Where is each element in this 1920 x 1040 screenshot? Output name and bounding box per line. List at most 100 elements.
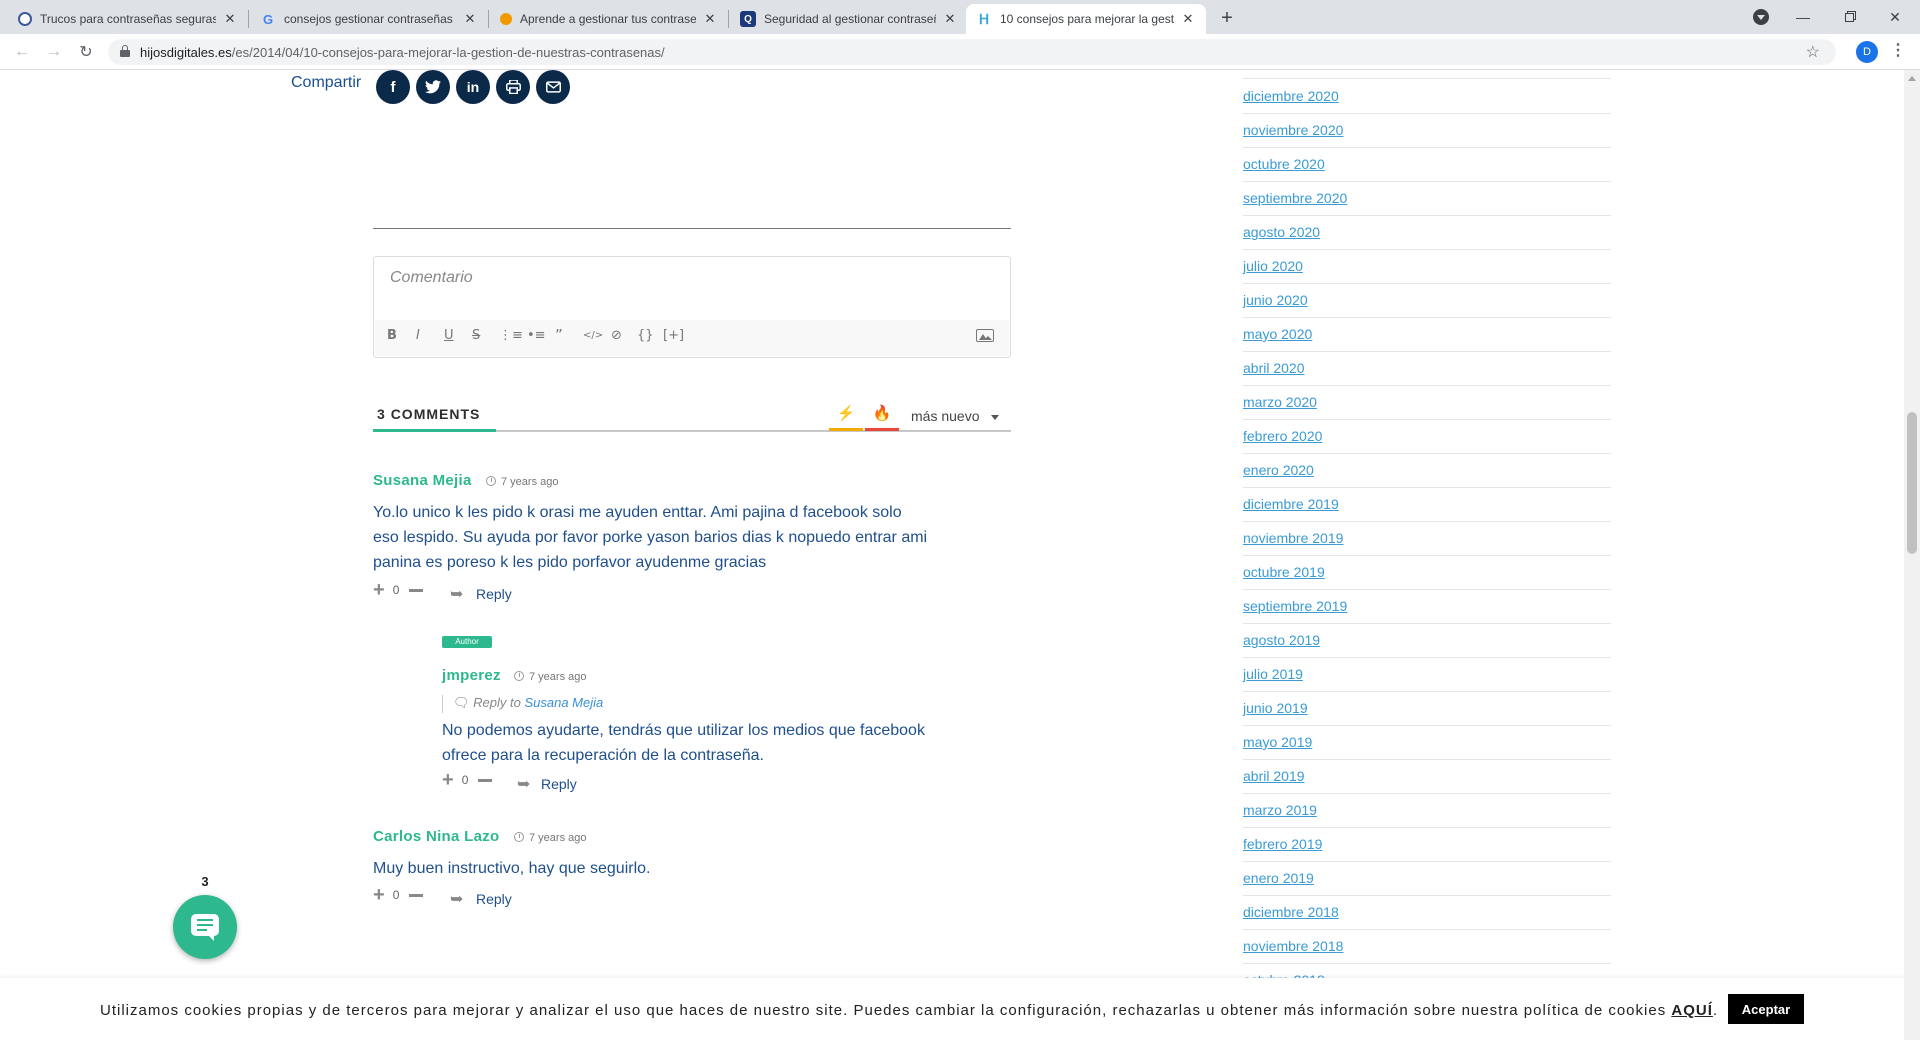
browser-tab-active[interactable]: ᕼ 10 consejos para mejorar la gesti ✕ — [966, 4, 1206, 34]
close-tab-icon[interactable]: ✕ — [702, 11, 718, 27]
linkedin-share-button[interactable]: in — [456, 70, 490, 104]
address-bar[interactable]: hijosdigitales.es/es/2014/04/10-consejos… — [108, 39, 1836, 65]
cookie-accept-button[interactable]: Aceptar — [1728, 994, 1804, 1024]
archive-link[interactable]: enero 2019 — [1243, 870, 1314, 886]
underline-icon[interactable]: U — [444, 328, 454, 343]
print-share-button[interactable] — [496, 70, 530, 104]
archive-link[interactable]: diciembre 2020 — [1243, 88, 1339, 104]
bold-icon[interactable]: B — [387, 328, 397, 343]
archive-link[interactable]: noviembre 2020 — [1243, 122, 1343, 138]
archive-link[interactable]: abril 2020 — [1243, 360, 1305, 376]
comments-fab-button[interactable] — [173, 895, 237, 959]
archive-link[interactable]: septiembre 2019 — [1243, 598, 1347, 614]
archive-link[interactable]: enero 2020 — [1243, 462, 1314, 478]
cookie-policy-link[interactable]: AQUÍ — [1671, 1002, 1713, 1019]
chevron-down-icon[interactable] — [991, 415, 999, 420]
archive-link[interactable]: diciembre 2018 — [1243, 904, 1339, 920]
profile-avatar[interactable]: D — [1856, 41, 1878, 63]
email-share-button[interactable] — [536, 70, 570, 104]
reply-arrow-icon[interactable]: ➥ — [450, 889, 463, 909]
bookmark-star-icon[interactable]: ☆ — [1806, 42, 1820, 62]
comment-timestamp[interactable]: 7 years ago — [514, 671, 586, 683]
comment-timestamp[interactable]: 7 years ago — [514, 832, 586, 844]
archive-link[interactable]: junio 2020 — [1243, 292, 1308, 308]
close-window-button[interactable]: ✕ — [1872, 0, 1918, 34]
archive-link[interactable]: agosto 2020 — [1243, 224, 1320, 240]
downvote-minus-icon[interactable] — [478, 778, 493, 782]
new-tab-button[interactable]: + — [1214, 6, 1240, 32]
scroll-up-arrow-icon[interactable] — [1908, 76, 1916, 81]
comment-timestamp[interactable]: 7 years ago — [486, 476, 558, 488]
archive-divider — [1243, 487, 1611, 488]
strikethrough-icon[interactable]: S — [472, 328, 480, 343]
minimize-button[interactable]: — — [1780, 0, 1826, 34]
archive-link[interactable]: febrero 2020 — [1243, 428, 1322, 444]
quote-icon[interactable]: ” — [555, 326, 563, 344]
tab-search-button[interactable] — [1738, 0, 1784, 34]
comment-author[interactable]: Carlos Nina Lazo — [373, 828, 500, 845]
facebook-share-button[interactable]: f — [376, 70, 410, 104]
archive-link[interactable]: noviembre 2018 — [1243, 938, 1343, 954]
code-icon[interactable]: </> — [583, 330, 603, 341]
back-button[interactable]: ← — [10, 40, 34, 64]
close-tab-icon[interactable]: ✕ — [942, 11, 958, 27]
archive-link[interactable]: mayo 2020 — [1243, 326, 1312, 342]
archive-link[interactable]: marzo 2020 — [1243, 394, 1317, 410]
archive-link[interactable]: noviembre 2019 — [1243, 530, 1343, 546]
reply-button[interactable]: Reply — [476, 891, 512, 907]
reply-arrow-icon[interactable]: ➥ — [450, 584, 463, 604]
archive-link[interactable]: abril 2019 — [1243, 768, 1305, 784]
close-tab-icon[interactable]: ✕ — [1180, 11, 1196, 27]
archive-link[interactable]: agosto 2019 — [1243, 632, 1320, 648]
archive-link[interactable]: diciembre 2019 — [1243, 496, 1339, 512]
close-tab-icon[interactable]: ✕ — [222, 11, 238, 27]
comment-input[interactable]: Comentario — [390, 269, 473, 287]
spoiler-icon[interactable]: [+] — [663, 328, 684, 343]
restore-button[interactable] — [1826, 0, 1872, 34]
comment-author[interactable]: Susana Mejia — [373, 472, 472, 489]
downvote-minus-icon[interactable] — [409, 588, 424, 592]
browser-tab[interactable]: Trucos para contraseñas seguras ✕ — [8, 4, 248, 34]
sort-newest-button[interactable]: ⚡ — [829, 404, 863, 431]
upvote-plus-icon[interactable]: + — [373, 580, 385, 600]
archive-link[interactable]: febrero 2019 — [1243, 836, 1322, 852]
code-block-icon[interactable]: {} — [637, 328, 654, 343]
vote-controls: + 0 — [373, 885, 424, 905]
sort-hottest-button[interactable]: 🔥 — [865, 404, 899, 431]
archive-link[interactable]: marzo 2019 — [1243, 802, 1317, 818]
reply-to-name[interactable]: Susana Mejia — [524, 695, 603, 710]
upvote-plus-icon[interactable]: + — [373, 885, 385, 905]
reply-button[interactable]: Reply — [476, 586, 512, 602]
comment-editor[interactable]: Comentario B I U S ⋮≡ •≡ ” </> ⊘ {} [+] — [373, 256, 1011, 358]
archive-link[interactable]: junio 2019 — [1243, 700, 1308, 716]
page-scrollbar[interactable] — [1904, 70, 1920, 1040]
ordered-list-icon[interactable]: ⋮≡ — [499, 328, 523, 343]
browser-tab[interactable]: Q Seguridad al gestionar contraseñ ✕ — [730, 4, 968, 34]
upvote-plus-icon[interactable]: + — [442, 770, 454, 790]
reply-button[interactable]: Reply — [541, 776, 577, 792]
link-icon[interactable]: ⊘ — [611, 328, 622, 343]
archive-link[interactable]: octubre 2019 — [1243, 564, 1325, 580]
archive-link[interactable]: octubre 2020 — [1243, 156, 1325, 172]
scrollbar-thumb[interactable] — [1907, 412, 1917, 554]
menu-kebab-icon[interactable]: ⋮ — [1890, 40, 1906, 60]
forward-button[interactable]: → — [42, 40, 66, 64]
italic-icon[interactable]: I — [416, 328, 420, 343]
downvote-minus-icon[interactable] — [409, 893, 424, 897]
twitter-share-button[interactable] — [416, 70, 450, 104]
url-text[interactable]: hijosdigitales.es/es/2014/04/10-consejos… — [140, 45, 665, 60]
browser-tab[interactable]: Aprende a gestionar tus contrase ✕ — [490, 4, 728, 34]
comment-author[interactable]: jmperez — [442, 667, 501, 684]
browser-tab[interactable]: G consejos gestionar contraseñas - ✕ — [250, 4, 488, 34]
comment-body: Muy buen instructivo, hay que seguirlo. — [373, 860, 651, 877]
reply-arrow-icon[interactable]: ➥ — [517, 774, 530, 794]
unordered-list-icon[interactable]: •≡ — [527, 328, 546, 343]
image-upload-icon[interactable] — [976, 329, 994, 346]
close-tab-icon[interactable]: ✕ — [462, 11, 478, 27]
reload-button[interactable]: ↻ — [74, 40, 98, 64]
sort-select[interactable]: más nuevo — [911, 408, 979, 424]
archive-link[interactable]: mayo 2019 — [1243, 734, 1312, 750]
archive-link[interactable]: julio 2020 — [1243, 258, 1303, 274]
archive-link[interactable]: julio 2019 — [1243, 666, 1303, 682]
archive-link[interactable]: septiembre 2020 — [1243, 190, 1347, 206]
